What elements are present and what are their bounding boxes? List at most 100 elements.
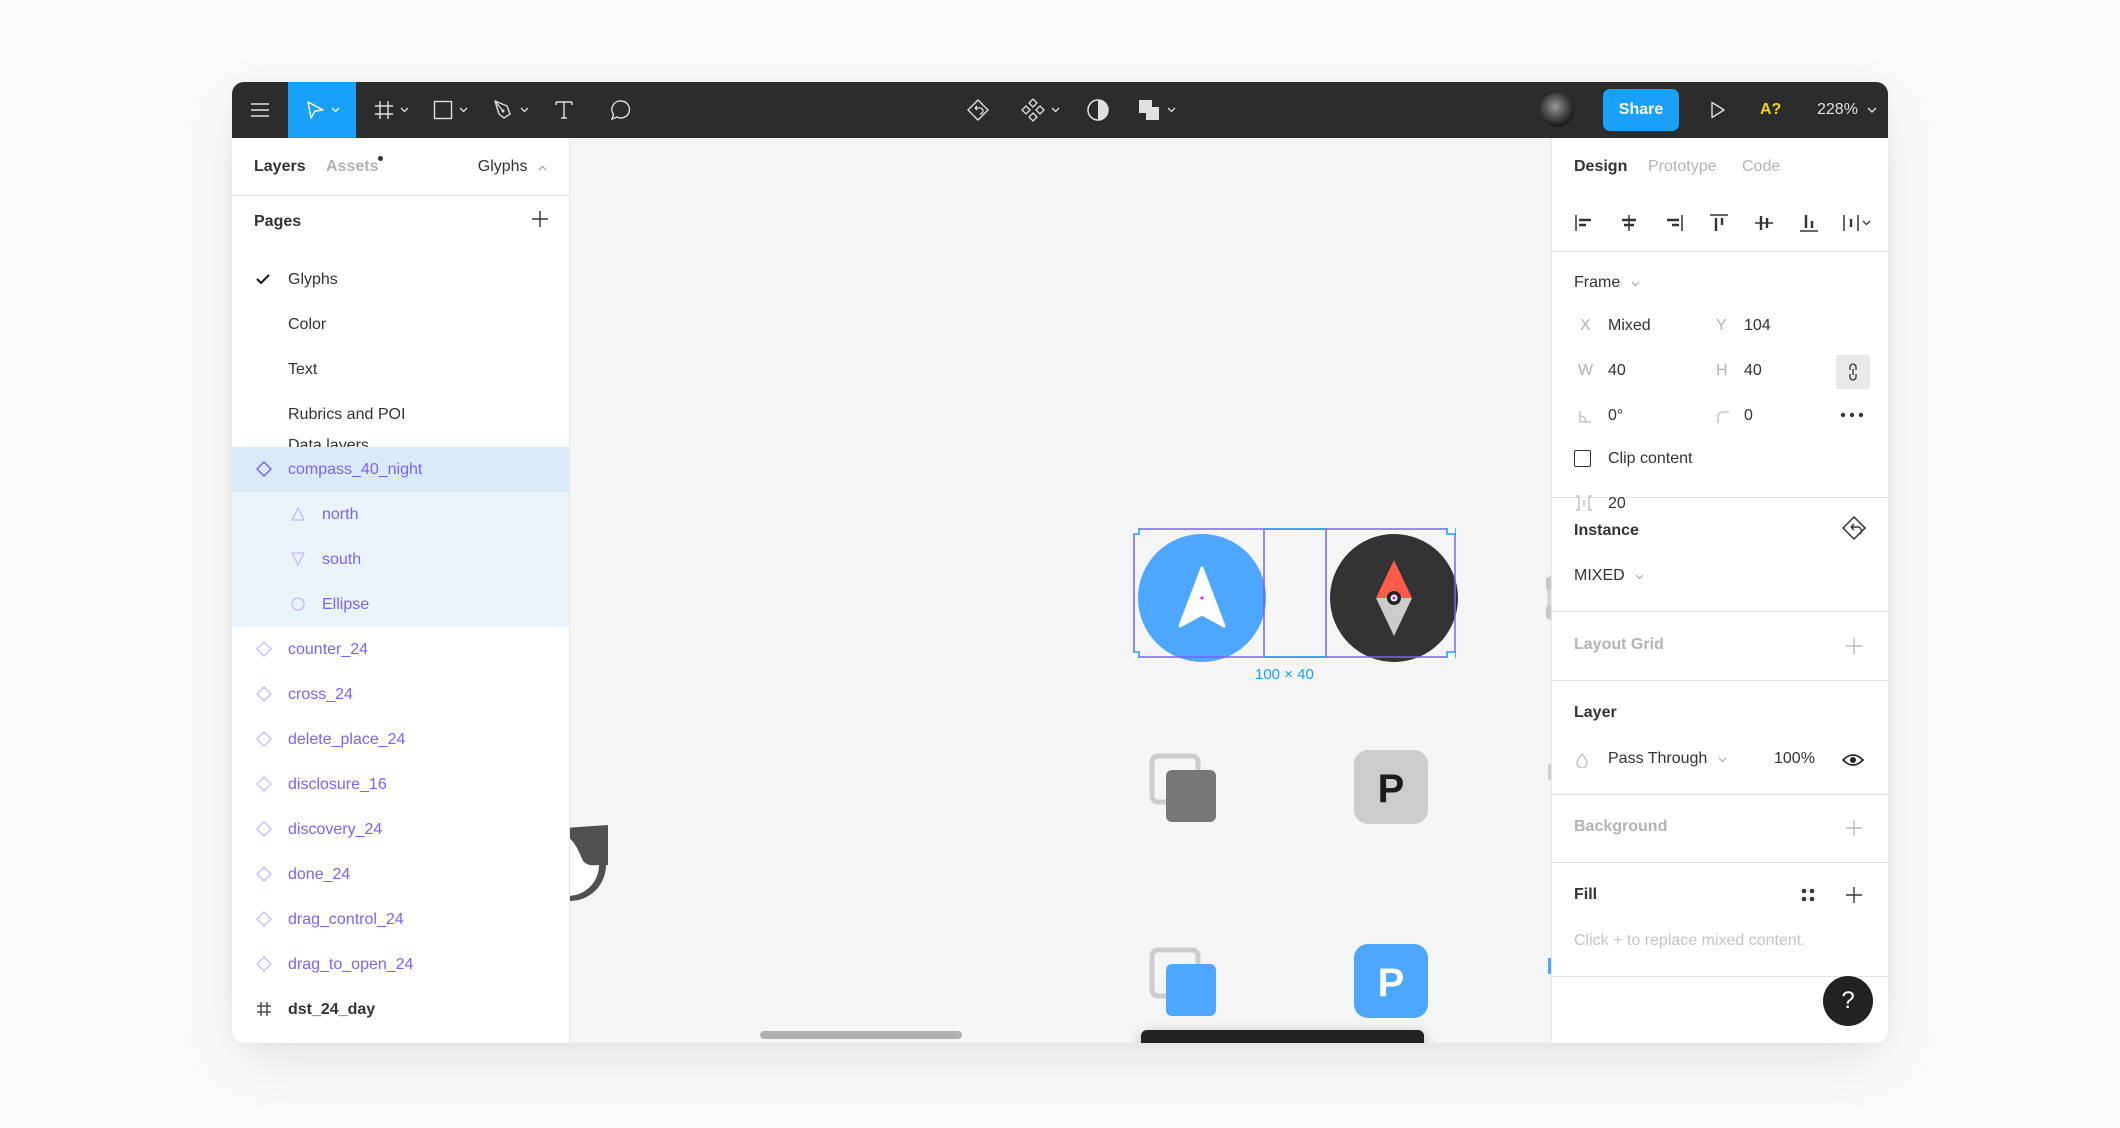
width-input[interactable]: 40 [1608,362,1626,380]
fill-title: Fill [1574,886,1598,903]
page-item-color[interactable]: Color [232,302,569,347]
chevron-up-icon [538,165,547,171]
page-item-glyphs[interactable]: Glyphs [232,257,569,302]
add-fill-icon[interactable] [1844,885,1864,905]
reset-instance-button[interactable] [960,82,996,138]
component-instance-icon [256,776,272,792]
layer-row-dst-24-day[interactable]: dst_24_day [232,987,569,1032]
present-button[interactable] [1700,82,1736,138]
tab-design[interactable]: Design [1574,138,1627,195]
corner-radius-input[interactable]: 0 [1744,407,1753,425]
shape-tool-button[interactable] [426,82,474,138]
text-tool-button[interactable] [546,82,582,138]
tab-prototype[interactable]: Prototype [1648,138,1716,195]
blend-mode-dropdown[interactable]: Pass Through [1608,750,1727,768]
more-options-icon[interactable] [1840,412,1864,418]
layer-row-compass-40-night[interactable]: compass_40_night [232,447,569,492]
fill-section: Fill Click + to replace mixed content. [1552,862,1888,977]
boolean-ops-button[interactable] [1130,82,1182,138]
style-library-icon[interactable] [1800,887,1816,903]
layer-row-drag-to-open-24[interactable]: drag_to_open_24 [232,942,569,987]
svg-text:P: P [1378,961,1405,1005]
page-switcher[interactable]: Glyphs [478,138,547,195]
frame-type-dropdown[interactable]: Frame [1574,274,1640,292]
layer-row-delete-place-24[interactable]: delete_place_24 [232,717,569,762]
page-label: Data layers [288,437,369,447]
page-item-partial[interactable]: Data layers [232,437,569,447]
layer-row-north[interactable]: north [232,492,569,537]
constrain-proportions-button[interactable] [1836,355,1870,389]
layer-row-counter-24[interactable]: counter_24 [232,627,569,672]
clip-content-label: Clip content [1608,450,1693,467]
align-top-button[interactable] [1705,209,1733,237]
horizontal-scrollbar[interactable] [760,1031,962,1039]
layer-label: drag_control_24 [288,911,404,928]
eye-visibility-icon[interactable] [1842,752,1864,768]
tab-code[interactable]: Code [1742,138,1780,195]
chevron-down-icon [1718,757,1727,763]
pen-tool-button[interactable] [486,82,534,138]
layer-section: Layer Pass Through 100% [1552,680,1888,795]
height-input[interactable]: 40 [1744,362,1762,380]
component-instance-icon [256,731,272,747]
align-h-center-button[interactable] [1615,209,1643,237]
mask-button[interactable] [1080,82,1116,138]
variant-value: MIXED [1574,567,1625,584]
clip-content-checkbox[interactable] [1574,450,1591,467]
layer-row-ellipse[interactable]: Ellipse [232,582,569,627]
chevron-down-icon [1631,281,1640,287]
error-toast[interactable]: You are have 2 errors [1141,1030,1424,1043]
main-menu-button[interactable] [232,82,288,138]
alignment-toolbar [1552,195,1888,252]
layer-row-south[interactable]: south [232,537,569,582]
user-avatar[interactable] [1540,93,1574,127]
distribute-button[interactable] [1840,209,1876,237]
pen-nib-icon [493,100,511,119]
align-bottom-button[interactable] [1795,209,1823,237]
layout-grid-section: Layout Grid [1552,612,1888,681]
rotation-input[interactable]: 0° [1608,407,1623,425]
layer-row-done-24[interactable]: done_24 [232,852,569,897]
share-button[interactable]: Share [1603,89,1679,131]
mask-contrast-icon [1087,99,1109,121]
link-icon [1849,363,1857,381]
layer-row-disclosure-16[interactable]: disclosure_16 [232,762,569,807]
align-left-button[interactable] [1570,209,1598,237]
layer-row-discovery-24[interactable]: discovery_24 [232,807,569,852]
selection-bounding-box[interactable] [1133,528,1456,658]
add-layout-grid-icon[interactable] [1844,636,1864,656]
opacity-input[interactable]: 100% [1774,750,1815,768]
move-tool-button[interactable] [288,82,356,138]
comment-tool-button[interactable] [602,82,640,138]
layer-label: disclosure_16 [288,776,387,793]
cursor-arrow-icon [306,101,324,119]
background-title: Background [1574,818,1668,835]
corner-radius-icon [1717,411,1729,423]
layer-row-drag-control-24[interactable]: drag_control_24 [232,897,569,942]
align-right-button[interactable] [1660,209,1688,237]
help-button[interactable]: ? [1823,976,1873,1026]
hamburger-icon [251,103,269,117]
layer-label: cross_24 [288,686,353,703]
align-v-center-button[interactable] [1750,209,1778,237]
page-item-text[interactable]: Text [232,347,569,392]
right-panel-tabs: Design Prototype Code [1552,138,1888,195]
boolean-union-icon [1138,100,1159,120]
page-item-rubrics[interactable]: Rubrics and POI [232,392,569,437]
y-input[interactable]: 104 [1744,317,1771,335]
add-page-icon[interactable] [528,207,552,231]
triangle-up-icon [290,506,306,521]
go-to-main-component-icon[interactable] [1842,515,1868,543]
accessibility-check-button[interactable]: A? [1760,82,1781,138]
variant-dropdown[interactable]: MIXED [1574,567,1644,585]
zoom-dropdown[interactable]: 228% [1817,82,1877,138]
tab-layers[interactable]: Layers [254,138,306,195]
frame-tool-button[interactable] [368,82,414,138]
layer-label: delete_place_24 [288,731,406,748]
svg-text:P: P [1378,767,1405,811]
x-input[interactable]: Mixed [1608,317,1651,335]
layer-row-cross-24[interactable]: cross_24 [232,672,569,717]
components-button[interactable] [1014,82,1066,138]
tab-assets[interactable]: Assets [326,138,378,195]
add-background-icon[interactable] [1844,818,1864,838]
